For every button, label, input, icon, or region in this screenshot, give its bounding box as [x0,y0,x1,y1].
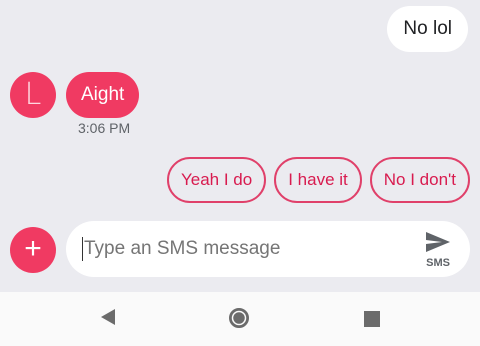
incoming-message-bubble[interactable]: Aight [66,72,140,118]
back-icon[interactable] [100,308,116,326]
outgoing-message-bubble[interactable]: No lol [387,6,468,52]
compose-bar: Type an SMS message SMS [66,221,470,277]
home-icon[interactable] [228,307,250,329]
send-mode-label: SMS [426,257,450,269]
smart-reply-chip[interactable]: I have it [274,157,362,203]
recents-icon[interactable] [364,311,380,327]
message-input[interactable]: Type an SMS message [84,237,280,261]
text-cursor [82,237,83,261]
smart-reply-chip[interactable]: No I don't [369,157,470,203]
message-timestamp: 3:06 PM [78,120,131,136]
smart-reply-chip[interactable]: Yeah I do [166,157,267,203]
smart-reply-bar: Yeah I do I have it No I don't [166,157,470,203]
system-navigation-bar [0,292,480,346]
add-attachment-button[interactable]: + [10,227,56,273]
contact-avatar[interactable]: L [10,72,56,118]
send-icon[interactable] [424,230,452,254]
conversation-view: No lol L Aight 3:06 PM Yeah I do I have … [0,0,480,290]
